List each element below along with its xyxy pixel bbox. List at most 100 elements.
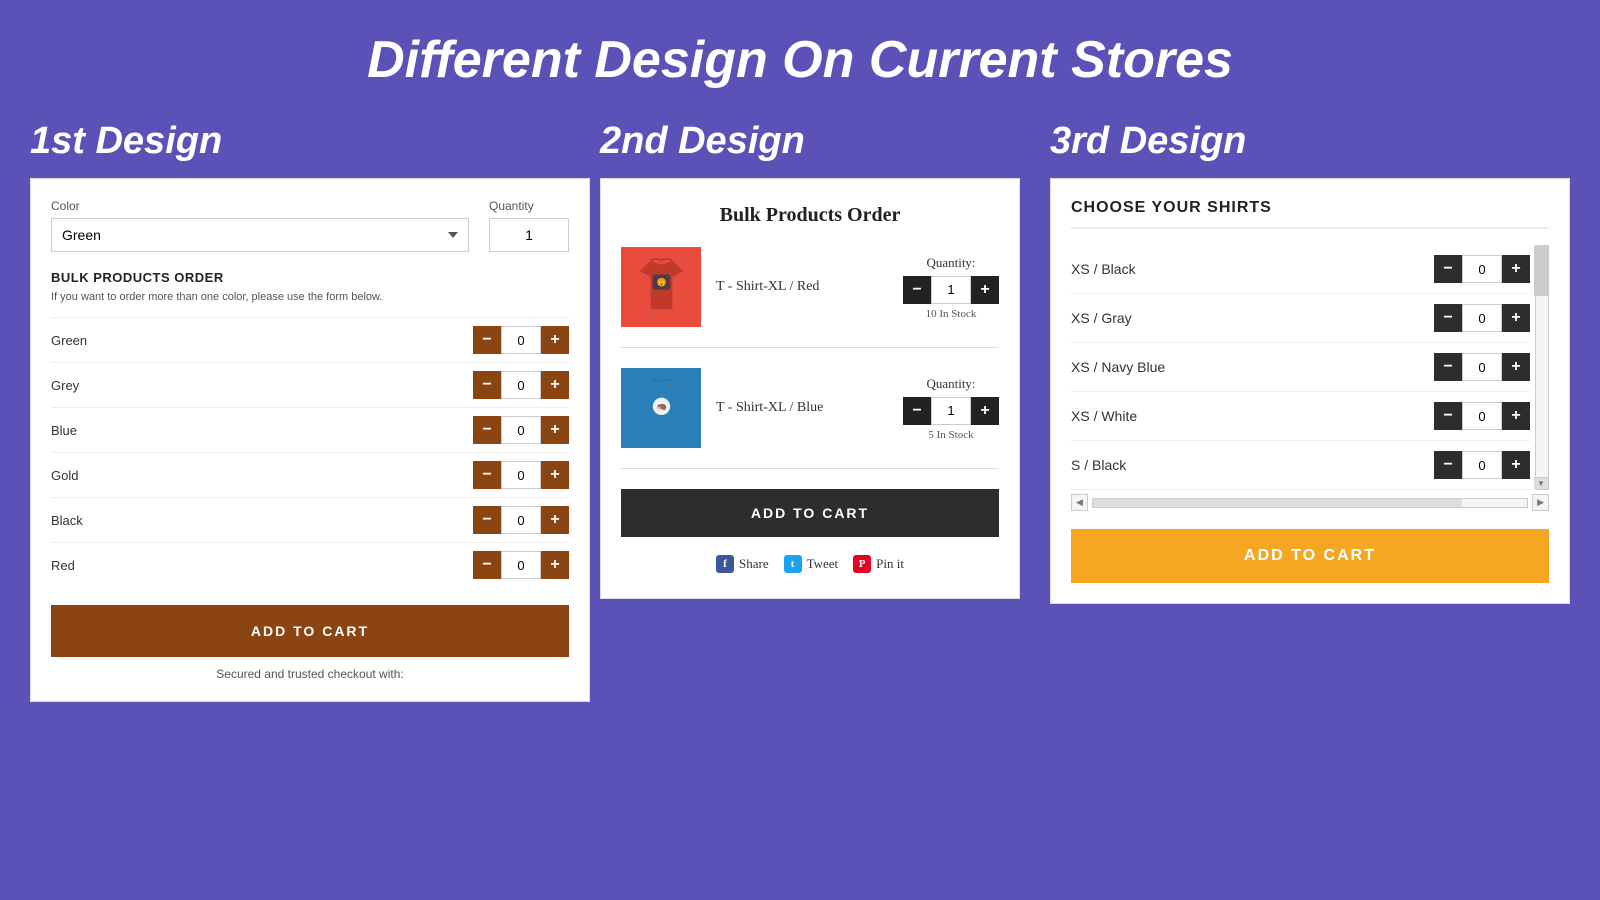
pinterest-icon: P bbox=[853, 555, 871, 573]
decrement-xs-white[interactable]: − bbox=[1434, 402, 1462, 430]
decrement-xs-black[interactable]: − bbox=[1434, 255, 1462, 283]
shirt-row-s-black: S / Black − + bbox=[1071, 441, 1530, 490]
increment-xs-white[interactable]: + bbox=[1502, 402, 1530, 430]
add-to-cart-button-1[interactable]: ADD TO CART bbox=[51, 605, 569, 657]
bulk-subtitle: If you want to order more than one color… bbox=[51, 291, 569, 303]
bulk-row-grey: Grey − + bbox=[51, 362, 569, 407]
share-twitter[interactable]: t Tweet bbox=[784, 555, 839, 573]
twitter-icon: t bbox=[784, 555, 802, 573]
design-3-wrapper: 3rd Design CHOOSE YOUR SHIRTS XS / Black… bbox=[1050, 120, 1570, 604]
design-2-title: Bulk Products Order bbox=[621, 204, 999, 227]
qty-input-product2[interactable] bbox=[931, 397, 971, 425]
decrement-s-black[interactable]: − bbox=[1434, 451, 1462, 479]
scroll-right-btn[interactable]: ▶ bbox=[1532, 494, 1549, 511]
stock-text-2: 5 In Stock bbox=[928, 429, 973, 441]
share-facebook[interactable]: f Share bbox=[716, 555, 769, 573]
qty-input-xs-gray[interactable] bbox=[1462, 304, 1502, 332]
product-image-blue: 🦔 bbox=[621, 368, 701, 448]
secure-text: Secured and trusted checkout with: bbox=[51, 667, 569, 681]
scroll-left-btn[interactable]: ◀ bbox=[1071, 494, 1088, 511]
qty-input-xs-black[interactable] bbox=[1462, 255, 1502, 283]
qty-input-blue[interactable] bbox=[501, 416, 541, 444]
bulk-row-label-grey: Grey bbox=[51, 378, 473, 393]
svg-text:🦔: 🦔 bbox=[656, 401, 667, 411]
qty-input-red[interactable] bbox=[501, 551, 541, 579]
page-title: Different Design On Current Stores bbox=[0, 0, 1600, 110]
increment-xs-gray[interactable]: + bbox=[1502, 304, 1530, 332]
product-row-blue: 🦔 T - Shirt-XL / Blue Quantity: − + 5 In… bbox=[621, 368, 999, 469]
add-to-cart-button-3[interactable]: ADD TO CART bbox=[1071, 529, 1549, 583]
increment-button-black[interactable]: + bbox=[541, 506, 569, 534]
decrement-button-blue[interactable]: − bbox=[473, 416, 501, 444]
qty-input-grey[interactable] bbox=[501, 371, 541, 399]
increment-button-product1[interactable]: + bbox=[971, 276, 999, 304]
bulk-row-gold: Gold − + bbox=[51, 452, 569, 497]
color-select[interactable]: Green Grey Blue Gold Black Red bbox=[51, 218, 469, 252]
bulk-row-label-blue: Blue bbox=[51, 423, 473, 438]
increment-s-black[interactable]: + bbox=[1502, 451, 1530, 479]
qty-input-gold[interactable] bbox=[501, 461, 541, 489]
share-pinterest[interactable]: P Pin it bbox=[853, 555, 904, 573]
qty-label-2: Quantity: bbox=[926, 376, 975, 392]
bulk-row-red: Red − + bbox=[51, 542, 569, 587]
quantity-label: Quantity bbox=[489, 199, 569, 213]
scroll-container: XS / Black − + XS / Gray − bbox=[1071, 245, 1549, 511]
bulk-row-label-gold: Gold bbox=[51, 468, 473, 483]
quantity-input[interactable] bbox=[489, 218, 569, 252]
bulk-title: BULK PRODUCTS ORDER bbox=[51, 270, 569, 285]
shirt-row-xs-gray: XS / Gray − + bbox=[1071, 294, 1530, 343]
decrement-button-gold[interactable]: − bbox=[473, 461, 501, 489]
svg-text:😺: 😺 bbox=[658, 280, 665, 287]
design-2-wrapper: 2nd Design Bulk Products Order 😺 T - Shi… bbox=[600, 120, 1020, 599]
design-3-card: CHOOSE YOUR SHIRTS XS / Black − + bbox=[1050, 178, 1570, 604]
shirt-row-label-xs-gray: XS / Gray bbox=[1071, 310, 1434, 326]
qty-input-xs-white[interactable] bbox=[1462, 402, 1502, 430]
add-to-cart-button-2[interactable]: ADD TO CART bbox=[621, 489, 999, 537]
product-image-red: 😺 bbox=[621, 247, 701, 327]
color-label: Color bbox=[51, 199, 469, 213]
shirt-row-label-xs-white: XS / White bbox=[1071, 408, 1434, 424]
choose-title: CHOOSE YOUR SHIRTS bbox=[1071, 199, 1549, 229]
design-2-card: Bulk Products Order 😺 T - Shirt-XL / Red… bbox=[600, 178, 1020, 599]
increment-button-green[interactable]: + bbox=[541, 326, 569, 354]
shirt-row-xs-white: XS / White − + bbox=[1071, 392, 1530, 441]
decrement-xs-gray[interactable]: − bbox=[1434, 304, 1462, 332]
increment-button-gold[interactable]: + bbox=[541, 461, 569, 489]
product-name-red: T - Shirt-XL / Red bbox=[716, 279, 888, 295]
decrement-xs-navy[interactable]: − bbox=[1434, 353, 1462, 381]
pin-label: Pin it bbox=[876, 556, 904, 572]
qty-input-green[interactable] bbox=[501, 326, 541, 354]
decrement-button-product1[interactable]: − bbox=[903, 276, 931, 304]
increment-xs-navy[interactable]: + bbox=[1502, 353, 1530, 381]
qty-input-s-black[interactable] bbox=[1462, 451, 1502, 479]
decrement-button-product2[interactable]: − bbox=[903, 397, 931, 425]
share-label: Share bbox=[739, 556, 769, 572]
design-3-label: 3rd Design bbox=[1050, 120, 1570, 163]
shirt-row-label-xs-navy: XS / Navy Blue bbox=[1071, 359, 1434, 375]
facebook-icon: f bbox=[716, 555, 734, 573]
bulk-row-black: Black − + bbox=[51, 497, 569, 542]
increment-button-red[interactable]: + bbox=[541, 551, 569, 579]
increment-button-grey[interactable]: + bbox=[541, 371, 569, 399]
social-share-bar: f Share t Tweet P Pin it bbox=[621, 555, 999, 573]
bulk-row-blue: Blue − + bbox=[51, 407, 569, 452]
decrement-button-red[interactable]: − bbox=[473, 551, 501, 579]
shirt-row-label-s-black: S / Black bbox=[1071, 457, 1434, 473]
bulk-row-label-red: Red bbox=[51, 558, 473, 573]
decrement-button-grey[interactable]: − bbox=[473, 371, 501, 399]
design-1-wrapper: 1st Design Color Green Grey Blue Gold Bl… bbox=[30, 120, 590, 702]
increment-xs-black[interactable]: + bbox=[1502, 255, 1530, 283]
qty-input-black[interactable] bbox=[501, 506, 541, 534]
decrement-button-green[interactable]: − bbox=[473, 326, 501, 354]
qty-input-product1[interactable] bbox=[931, 276, 971, 304]
qty-input-xs-navy[interactable] bbox=[1462, 353, 1502, 381]
design-1-label: 1st Design bbox=[30, 120, 590, 163]
increment-button-blue[interactable]: + bbox=[541, 416, 569, 444]
bulk-row-label: Green bbox=[51, 333, 473, 348]
bulk-row-green: Green − + bbox=[51, 317, 569, 362]
product-name-blue: T - Shirt-XL / Blue bbox=[716, 400, 888, 416]
decrement-button-black[interactable]: − bbox=[473, 506, 501, 534]
increment-button-product2[interactable]: + bbox=[971, 397, 999, 425]
product-row-red: 😺 T - Shirt-XL / Red Quantity: − + 10 In… bbox=[621, 247, 999, 348]
shirt-row-xs-navy: XS / Navy Blue − + bbox=[1071, 343, 1530, 392]
